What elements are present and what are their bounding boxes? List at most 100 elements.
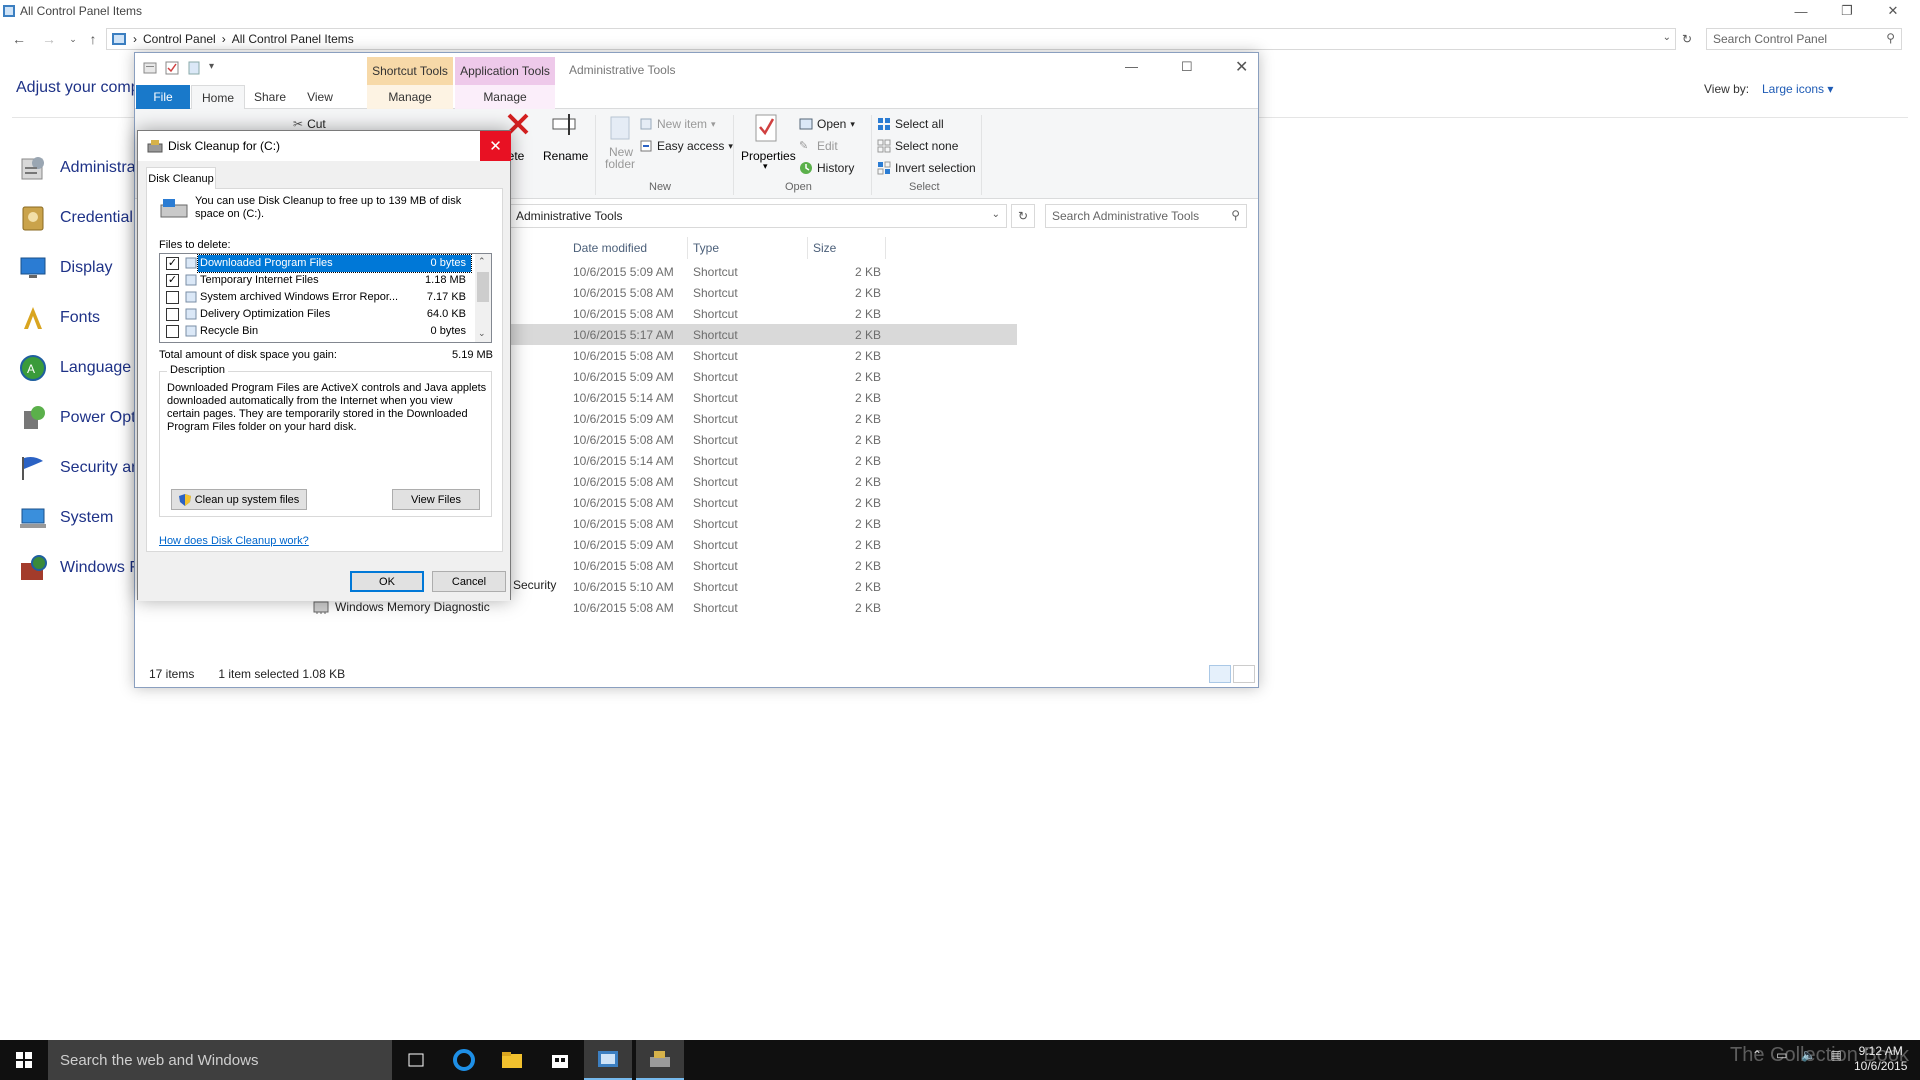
task-view-button[interactable] bbox=[392, 1040, 440, 1080]
column-header-size[interactable]: Size bbox=[813, 241, 836, 255]
edge-taskbar-button[interactable] bbox=[440, 1040, 488, 1080]
explorer-address-bar[interactable]: Administrative Tools ⌄ bbox=[509, 204, 1007, 228]
breadcrumb-all-items[interactable]: All Control Panel Items bbox=[232, 32, 354, 46]
history-button[interactable]: History bbox=[799, 161, 854, 175]
network-icon[interactable]: ▭ bbox=[1776, 1048, 1787, 1062]
open-button[interactable]: Open ▾ bbox=[799, 117, 855, 131]
view-by-dropdown[interactable]: Large icons ▾ bbox=[1762, 82, 1833, 96]
invert-selection-icon bbox=[877, 161, 891, 175]
tab-manage-shortcut[interactable]: Manage bbox=[367, 85, 453, 109]
scrollbar[interactable]: ⌃ ⌄ bbox=[475, 254, 491, 342]
restore-button[interactable]: ❐ bbox=[1824, 0, 1870, 22]
tab-view[interactable]: View bbox=[295, 85, 345, 109]
minimize-button[interactable]: — bbox=[1778, 0, 1824, 22]
disk-cleanup-taskbar-button[interactable] bbox=[636, 1040, 684, 1080]
file-checkbox[interactable]: ✓ bbox=[166, 257, 179, 270]
details-view-button[interactable] bbox=[1209, 665, 1231, 683]
volume-icon[interactable]: 🔈 bbox=[1801, 1048, 1816, 1062]
minimize-button[interactable]: — bbox=[1125, 59, 1138, 74]
back-arrow-icon[interactable]: ← bbox=[10, 30, 28, 48]
refresh-icon[interactable]: ↻ bbox=[1678, 30, 1696, 48]
size-cell: 2 KB bbox=[854, 286, 881, 300]
tab-home[interactable]: Home bbox=[191, 85, 245, 110]
files-to-delete-list[interactable]: ✓ Downloaded Program Files 0 bytes ✓ Tempora… bbox=[159, 253, 492, 343]
list-item[interactable]: Recycle Bin 0 bytes bbox=[160, 323, 473, 340]
list-item[interactable]: ✓ Temporary Internet Files 1.18 MB bbox=[160, 272, 473, 289]
checkbox-icon[interactable] bbox=[165, 61, 179, 75]
cp-item-fonts[interactable]: Fonts bbox=[18, 298, 140, 338]
close-button[interactable]: ✕ bbox=[1870, 0, 1916, 22]
properties-icon[interactable] bbox=[143, 61, 157, 75]
cp-item-language[interactable]: A Language bbox=[18, 348, 140, 388]
scroll-up-arrow-icon[interactable]: ⌃ bbox=[478, 256, 486, 267]
new-folder-icon[interactable] bbox=[187, 61, 201, 75]
start-button[interactable] bbox=[0, 1040, 48, 1080]
breadcrumb-control-panel[interactable]: Control Panel bbox=[143, 32, 216, 46]
select-all-button[interactable]: Select all bbox=[877, 117, 944, 131]
up-arrow-icon[interactable]: ↑ bbox=[84, 30, 102, 48]
select-none-button[interactable]: Select none bbox=[877, 139, 958, 153]
help-link[interactable]: How does Disk Cleanup work? bbox=[159, 535, 309, 547]
cp-item-security[interactable]: Security ar bbox=[18, 448, 140, 488]
cp-item-system[interactable]: System bbox=[18, 498, 140, 538]
column-header-date-modified[interactable]: Date modified bbox=[573, 241, 647, 255]
properties-button[interactable]: Properties ▾ bbox=[739, 113, 796, 173]
address-dropdown-chevron-icon[interactable]: ⌄ bbox=[1663, 32, 1671, 43]
column-header-type[interactable]: Type bbox=[693, 241, 719, 255]
file-checkbox[interactable] bbox=[166, 325, 179, 338]
action-center-icon[interactable]: ▤ bbox=[1830, 1048, 1841, 1062]
scroll-thumb[interactable] bbox=[477, 272, 489, 302]
task-view-icon bbox=[408, 1053, 424, 1067]
rename-button[interactable]: Rename bbox=[539, 111, 591, 171]
list-item[interactable]: ✓ Downloaded Program Files 0 bytes bbox=[160, 254, 473, 273]
ok-button[interactable]: OK bbox=[350, 571, 424, 592]
file-checkbox[interactable] bbox=[166, 308, 179, 321]
forward-arrow-icon[interactable]: → bbox=[40, 30, 58, 48]
tab-file[interactable]: File bbox=[136, 85, 190, 109]
taskbar-search-box[interactable]: Search the web and Windows bbox=[48, 1040, 392, 1080]
cancel-button[interactable]: Cancel bbox=[432, 571, 506, 592]
cp-item-display[interactable]: Display bbox=[18, 248, 140, 288]
search-input[interactable]: Search Control Panel ⚲ bbox=[1706, 28, 1902, 50]
invert-selection-button[interactable]: Invert selection bbox=[877, 161, 976, 175]
close-button[interactable]: ✕ bbox=[480, 131, 511, 161]
cp-item-administrative-tools[interactable]: Administra bbox=[18, 148, 140, 188]
maximize-button[interactable]: ☐ bbox=[1181, 59, 1193, 75]
refresh-icon[interactable]: ↻ bbox=[1011, 204, 1035, 228]
tab-disk-cleanup[interactable]: Disk Cleanup bbox=[146, 167, 216, 189]
close-button[interactable]: ✕ bbox=[1235, 57, 1248, 77]
customize-qat-chevron-icon[interactable]: ▾ bbox=[209, 61, 214, 75]
column-separator[interactable] bbox=[885, 237, 886, 259]
easy-access-button[interactable]: Easy access ▾ bbox=[639, 139, 733, 153]
large-icons-view-button[interactable] bbox=[1233, 665, 1255, 683]
new-folder-button[interactable]: New folder bbox=[601, 115, 641, 171]
tab-share[interactable]: Share bbox=[245, 85, 295, 109]
file-explorer-taskbar-button[interactable] bbox=[488, 1040, 536, 1080]
show-hidden-icons-chevron-icon[interactable]: ⌃ bbox=[1752, 1048, 1762, 1062]
file-checkbox[interactable]: ✓ bbox=[166, 274, 179, 287]
list-item[interactable]: Delivery Optimization Files 64.0 KB bbox=[160, 306, 473, 323]
cp-item-credential-manager[interactable]: Credential bbox=[18, 198, 140, 238]
list-item[interactable]: System archived Windows Error Repor... 7.… bbox=[160, 289, 473, 306]
address-bar[interactable]: › Control Panel › All Control Panel Item… bbox=[106, 28, 1676, 50]
tab-manage-application[interactable]: Manage bbox=[455, 85, 555, 109]
cp-item-windows-firewall[interactable]: Windows F bbox=[18, 548, 140, 588]
scroll-down-arrow-icon[interactable]: ⌄ bbox=[478, 328, 486, 339]
edit-button[interactable]: ✎ Edit bbox=[799, 139, 838, 153]
column-separator[interactable] bbox=[687, 237, 688, 259]
recent-locations-chevron-icon[interactable]: ⌄ bbox=[64, 30, 82, 48]
column-separator[interactable] bbox=[807, 237, 808, 259]
address-dropdown-chevron-icon[interactable]: ⌄ bbox=[992, 209, 1000, 220]
rename-icon bbox=[552, 114, 576, 135]
store-taskbar-button[interactable] bbox=[536, 1040, 584, 1080]
taskbar-clock[interactable]: 9:12 AM 10/6/2015 bbox=[1854, 1044, 1907, 1074]
explorer-search-input[interactable]: Search Administrative Tools ⚲ bbox=[1045, 204, 1247, 228]
cp-item-power-options[interactable]: Power Opt bbox=[18, 398, 140, 438]
cut-button[interactable]: ✂ Cut bbox=[293, 117, 326, 131]
file-category-label: Recycle Bin bbox=[200, 325, 259, 337]
control-panel-taskbar-button[interactable] bbox=[584, 1040, 632, 1080]
clean-up-system-files-button[interactable]: Clean up system files bbox=[171, 489, 307, 510]
file-checkbox[interactable] bbox=[166, 291, 179, 304]
new-item-button[interactable]: New item ▾ bbox=[639, 117, 716, 131]
view-files-button[interactable]: View Files bbox=[392, 489, 480, 510]
